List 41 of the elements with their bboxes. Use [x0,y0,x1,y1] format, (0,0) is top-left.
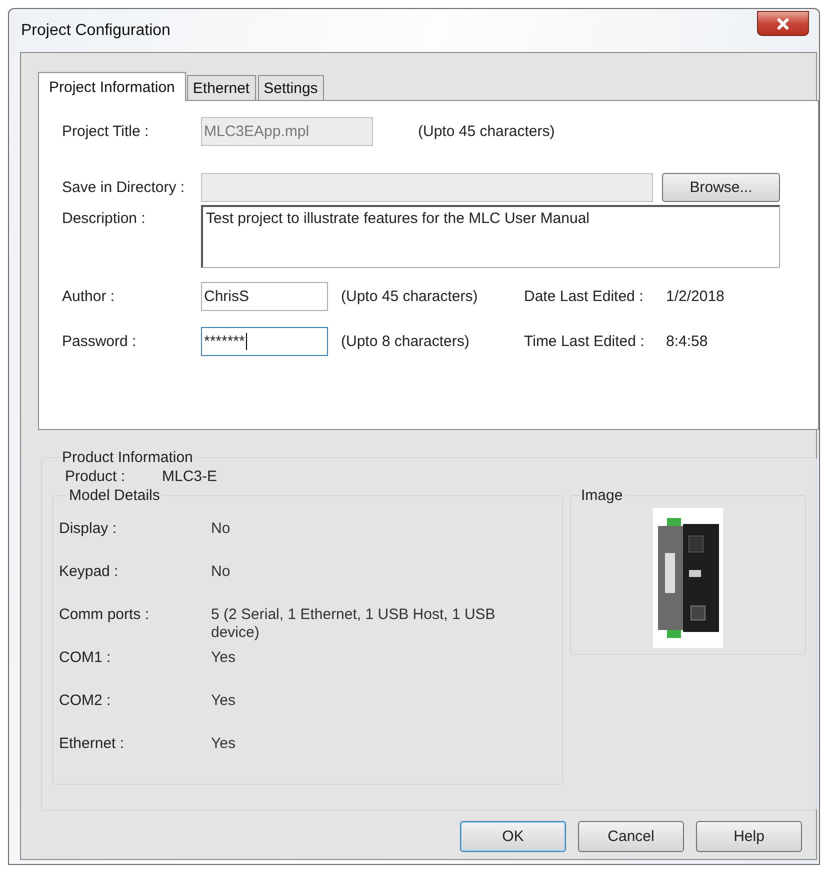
author-field[interactable]: ChrisS [201,282,328,311]
close-button[interactable] [757,11,809,36]
field-label: Save in Directory : [62,179,186,196]
group-title: Image [580,487,624,504]
tab[interactable]: Project Information [38,72,186,101]
close-icon [776,18,790,30]
detail-label: Keypad : [59,563,120,580]
field-label: Password : [62,333,138,350]
detail-value: Yes [211,692,236,710]
date-value: 1/2/2018 [666,288,724,305]
detail-value: Yes [211,649,236,667]
detail-label: Display : [59,520,118,537]
detail-label: Comm ports : [59,606,150,623]
field-hint: (Upto 8 characters) [341,333,470,350]
description-field[interactable]: Test project to illustrate features for the MLC User Manual [201,205,780,268]
detail-value: 5 (2 Serial, 1 Ethernet, 1 USB Host, 1 USB device) [211,606,496,642]
product-label: Product : [65,468,126,485]
product-value: MLC3-E [162,468,218,485]
dialog-button[interactable]: OK [460,821,566,852]
field-hint: (Upto 45 characters) [341,288,479,305]
detail-value: No [211,520,232,538]
detail-value: No [211,563,232,581]
window-title: Project Configuration [21,22,170,40]
time-value: 8:4:58 [666,333,708,350]
field-label: Time Last Edited : [524,333,646,350]
field-hint: (Upto 45 characters) [418,123,555,140]
group-title: Model Details [68,487,161,504]
detail-label: COM2 : [59,692,112,709]
detail-value: Yes [211,735,236,753]
group-title: Product Information [61,449,194,466]
dialog-button[interactable]: Help [696,821,802,852]
password-field[interactable]: ******* [201,327,328,356]
detail-label: Ethernet : [59,735,126,752]
field-label: Author : [62,288,116,305]
field-label: Date Last Edited : [524,288,644,305]
field-label: Project Title : [62,123,150,140]
tab[interactable]: Settings [258,75,324,100]
field-label: Description : [62,210,146,227]
tab[interactable]: Ethernet [186,75,256,100]
dialog-button[interactable]: Cancel [578,821,684,852]
detail-label: COM1 : [59,649,112,666]
